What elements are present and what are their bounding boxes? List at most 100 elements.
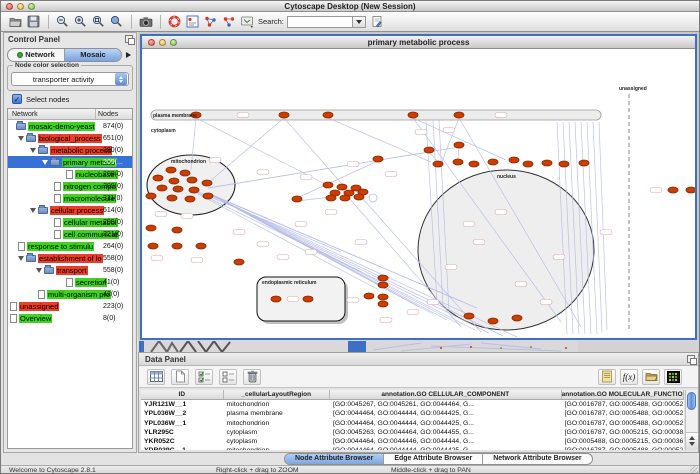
table-row[interactable]: YLR295Ccytoplasm[GO:0045263, GO:0044464,… <box>141 428 684 437</box>
import-attributes-button[interactable] <box>642 369 660 385</box>
zoom-in-icon <box>74 15 87 28</box>
open-folder-icon <box>9 15 22 28</box>
attribute-grid-button[interactable] <box>147 369 165 385</box>
destroy-network-button[interactable] <box>220 13 237 30</box>
tree-row[interactable]: establishment of lo558(0) <box>8 252 132 264</box>
file-icon <box>18 242 25 251</box>
tab-network[interactable]: Network <box>8 49 65 61</box>
tree-row-label: biological_process <box>38 134 102 143</box>
save-session-button[interactable] <box>25 13 42 30</box>
attribute-table-rows: YJR121W__1mitochondrion[GO:0045267, GO:0… <box>141 400 684 450</box>
column-header[interactable]: ID <box>141 390 224 399</box>
table-cell: [GO:0045267, GO:0045261, GO:0044464, G..… <box>330 400 562 409</box>
tab-overflow-button[interactable] <box>124 50 133 60</box>
search-dropdown-button[interactable] <box>353 16 366 28</box>
search-options-button[interactable] <box>369 13 386 30</box>
create-network-button[interactable] <box>202 13 219 30</box>
tree-expander-icon[interactable] <box>18 256 24 261</box>
column-header[interactable]: _cellularLayoutRegion <box>224 390 330 399</box>
tree-row-count: 558(0) <box>103 267 123 274</box>
control-panel-title: Control Panel <box>8 35 60 44</box>
network-node <box>323 182 333 188</box>
report-button[interactable] <box>598 369 616 385</box>
tree-row[interactable]: multi-organism pro42(0) <box>8 288 132 300</box>
tree-row-count: 264(0) <box>103 243 123 250</box>
tree-row[interactable]: biological_process651(0) <box>8 132 132 144</box>
node-color-dropdown[interactable]: transporter activity <box>11 72 129 86</box>
table-row[interactable]: YDR039C__1mitochondrion[GO:0044464, GO:0… <box>141 446 684 450</box>
tree-expander-icon[interactable] <box>30 148 36 153</box>
table-row[interactable]: YPL036W__2plasma membrane[GO:0044464, GO… <box>141 409 684 418</box>
annotation-button[interactable] <box>184 13 201 30</box>
tree-row[interactable]: unassigned223(0) <box>8 300 132 312</box>
tree-row[interactable]: cellular process614(0) <box>8 204 132 216</box>
tree-header-nodes[interactable]: Nodes <box>96 109 132 119</box>
tree-row[interactable]: secretion41(0) <box>8 276 132 288</box>
tree-row-count: 614(0) <box>103 207 123 214</box>
resize-grip-icon[interactable] <box>690 466 698 474</box>
zoom-out-button[interactable] <box>54 13 71 30</box>
scrollbar-thumb[interactable] <box>687 392 696 410</box>
zoom-fit-button[interactable] <box>90 13 107 30</box>
tree-row[interactable]: nucleobase-209(0) <box>8 168 132 180</box>
tree-row[interactable]: response to stimulu264(0) <box>8 240 132 252</box>
label-plasma-membrane: plasma membrane <box>153 113 197 119</box>
tree-row[interactable]: transport558(0) <box>8 264 132 276</box>
select-attributes-button[interactable] <box>195 369 213 385</box>
network-node <box>271 296 281 302</box>
help-button[interactable] <box>166 13 183 30</box>
scrollbar-arrows[interactable] <box>686 432 698 450</box>
snapshot-button[interactable] <box>137 13 154 30</box>
tab-node-attribute-browser[interactable]: Node Attribute Browser <box>285 454 384 464</box>
delete-attribute-button[interactable] <box>243 369 261 385</box>
vizmapper-button[interactable] <box>238 13 255 30</box>
zoom-in-button[interactable] <box>72 13 89 30</box>
table-row[interactable]: YPL036W__1mitochondrion[GO:0044464, GO:0… <box>141 419 684 428</box>
tree-row[interactable]: macromolecule311(0) <box>8 192 132 204</box>
tree-header-network[interactable]: Network <box>8 109 96 119</box>
folder-icon <box>16 123 26 130</box>
unselect-attributes-button[interactable] <box>219 369 237 385</box>
tree-header: Network Nodes <box>8 109 132 120</box>
network-canvas[interactable]: plasma membranecytoplasmmitochondrionnuc… <box>142 49 695 338</box>
tree-expander-icon[interactable] <box>36 268 42 273</box>
table-row[interactable]: YJR121W__1mitochondrion[GO:0045267, GO:0… <box>141 400 684 409</box>
network-node <box>153 175 163 181</box>
tree-row[interactable]: primary metabo209(... <box>8 156 132 168</box>
frame-minimize-button[interactable] <box>159 39 166 46</box>
float-panel-icon[interactable] <box>687 355 695 363</box>
network-view-titlebar[interactable]: primary metabolic process <box>142 36 695 49</box>
column-header[interactable]: annotation.GO MOLECULAR_FUNCTION <box>562 390 684 399</box>
tree-row[interactable]: metabolic process280(0) <box>8 144 132 156</box>
network-node <box>559 161 569 167</box>
zoom-selected-button[interactable] <box>108 13 125 30</box>
tree-row[interactable]: nitrogen compo209(0) <box>8 180 132 192</box>
tab-edge-attribute-browser[interactable]: Edge Attribute Browser <box>384 454 483 464</box>
column-header[interactable]: annotation.GO CELLULAR_COMPONENT <box>330 390 562 399</box>
tree-row[interactable]: cell communicat221(0) <box>8 228 132 240</box>
frame-close-button[interactable] <box>148 39 155 46</box>
background-window-strip[interactable] <box>138 340 699 352</box>
formula-builder-button[interactable]: f(x) <box>620 369 638 385</box>
tree-expander-icon[interactable] <box>18 136 24 141</box>
tree-row-count: 558(0) <box>103 255 123 262</box>
tree-row[interactable]: Overview8(0) <box>8 312 132 324</box>
tab-mosaic[interactable]: Mosaic <box>65 49 121 61</box>
zoom-selected-icon <box>110 15 123 28</box>
tree-expander-icon[interactable] <box>30 208 36 213</box>
destroy-network-icon <box>222 15 236 28</box>
tree-expander-icon[interactable] <box>42 160 48 165</box>
float-panel-icon[interactable] <box>125 35 133 43</box>
open-session-button[interactable] <box>7 13 24 30</box>
tab-network-attribute-browser[interactable]: Network Attribute Browser <box>483 454 591 464</box>
select-nodes-checkbox[interactable]: ✓ <box>12 94 22 104</box>
tree-row[interactable]: cellular metabol209(0) <box>8 216 132 228</box>
search-input[interactable] <box>287 16 353 28</box>
status-welcome: Welcome to Cytoscape 2.8.1 <box>9 466 96 474</box>
tree-row[interactable]: mosaic-demo-yeast874(0) <box>8 120 132 132</box>
new-attribute-button[interactable] <box>171 369 189 385</box>
table-row[interactable]: YKR052Ccytoplasm[GO:0044464, GO:0044446,… <box>141 437 684 446</box>
color-matrix-button[interactable] <box>664 369 682 385</box>
table-scrollbar[interactable] <box>685 390 697 450</box>
frame-maximize-button[interactable] <box>170 39 177 46</box>
